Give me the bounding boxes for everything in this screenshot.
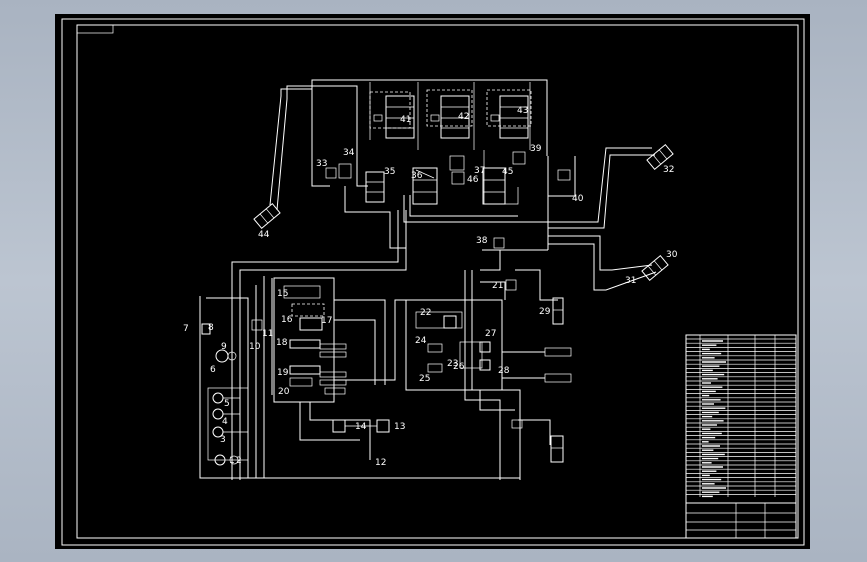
- component-label: 18: [276, 338, 288, 348]
- cad-viewport[interactable]: 1 2 3 4 5 6 7 8 9 10 11 12 13 14 15 16 17 18 19 20 21 22 23 24 2…: [55, 14, 810, 549]
- component-label: 4: [222, 417, 228, 427]
- component-label: 41: [400, 115, 411, 125]
- component-labels: 1 234567 89 10111213141516 17181920212223242…: [183, 106, 678, 468]
- component-label: 28: [498, 366, 510, 376]
- component-label: 39: [530, 144, 542, 154]
- component-label: 33: [316, 159, 327, 169]
- component-label: 46: [467, 175, 479, 185]
- component-label: 30: [666, 250, 678, 260]
- component-label: 32: [663, 165, 674, 175]
- component-label: 38: [476, 236, 488, 246]
- title-block: [685, 334, 797, 539]
- component-label: 12: [375, 458, 386, 468]
- component-label: 44: [258, 230, 270, 240]
- component-label: 21: [492, 281, 503, 291]
- component-label: 3: [220, 435, 226, 445]
- component-label: 5: [224, 399, 230, 409]
- component-label: 29: [539, 307, 551, 317]
- component-label: 20: [278, 387, 290, 397]
- component-label: 40: [572, 194, 584, 204]
- component-label: 36: [411, 171, 423, 181]
- component-label: 15: [277, 289, 288, 299]
- component-label: 10: [249, 342, 261, 352]
- component-label: 7: [183, 324, 189, 334]
- component-label: 24: [415, 336, 427, 346]
- component-label: 14: [355, 422, 367, 432]
- component-label: 42: [458, 112, 469, 122]
- component-label: 43: [517, 106, 528, 116]
- component-label: 45: [502, 167, 513, 177]
- component-label: 6: [210, 365, 216, 375]
- components: [201, 89, 674, 466]
- component-label: 9: [221, 342, 227, 352]
- component-label: 19: [277, 368, 289, 378]
- component-label: 31: [625, 276, 636, 286]
- component-label: 25: [419, 374, 430, 384]
- sheet-border: [61, 18, 805, 546]
- component-label: 27: [485, 329, 496, 339]
- piping: [199, 79, 657, 480]
- component-label: 2: [236, 456, 242, 466]
- hydraulic-schematic-drawing: 1 234567 89 10111213141516 17181920212223242…: [61, 18, 805, 546]
- component-label: 11: [262, 329, 273, 339]
- component-label: 8: [208, 323, 214, 333]
- component-label: 26: [453, 362, 465, 372]
- component-label: 34: [343, 148, 355, 158]
- component-label: 13: [394, 422, 405, 432]
- component-label: 16: [281, 315, 293, 325]
- component-label: 22: [420, 308, 431, 318]
- component-label: 35: [384, 167, 395, 177]
- component-label: 17: [321, 316, 332, 326]
- component-label: 1: [229, 456, 235, 466]
